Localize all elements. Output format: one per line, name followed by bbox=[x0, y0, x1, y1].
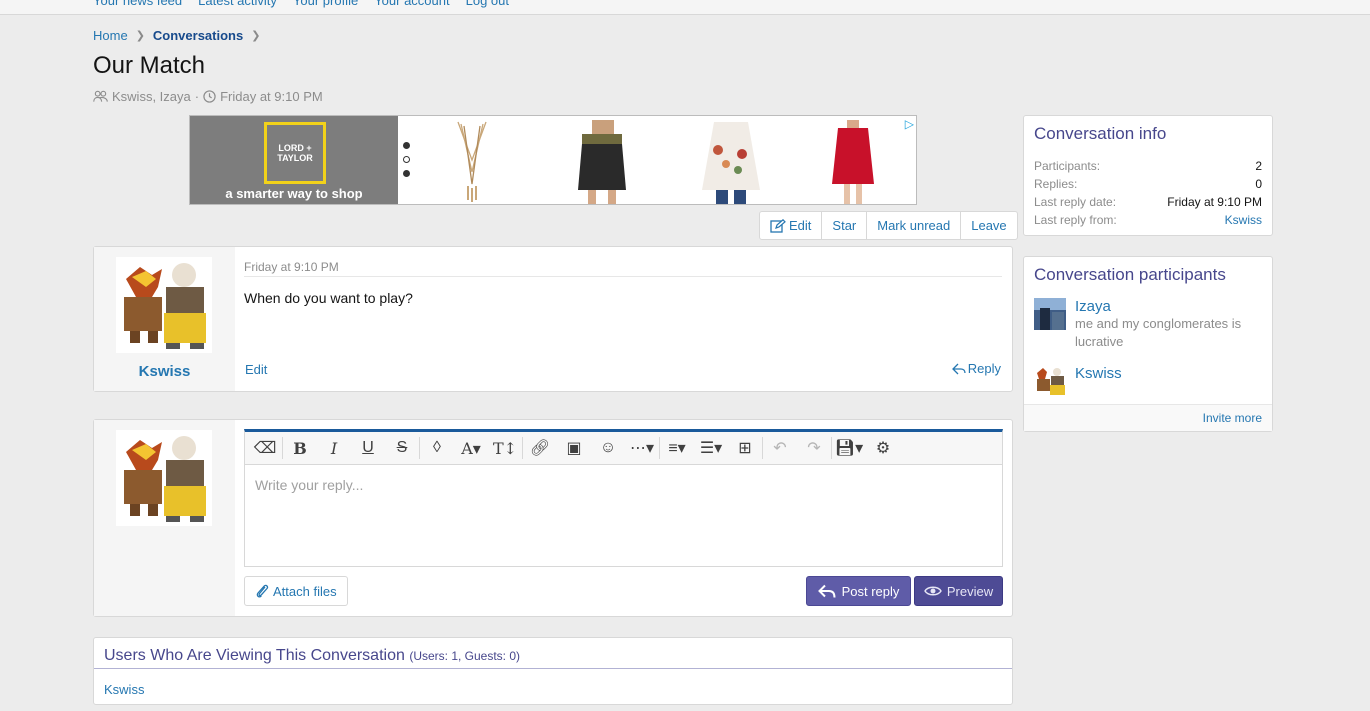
ad-choices-icon[interactable]: ▷ bbox=[905, 117, 914, 131]
viewing-divider bbox=[94, 668, 1012, 669]
align-icon[interactable]: ≡▾ bbox=[660, 433, 694, 463]
editor-toolbar: ⌫ B I U S ◊ A▾ T↕ 🔗︎ ▣ ☺ ⋯▾ ≡▾ ☰▾ ⊞ ↶ ↷ … bbox=[245, 432, 1002, 465]
blouse-image bbox=[702, 122, 760, 204]
conversation-info-block: Conversation info Participants: 2 Replie… bbox=[1023, 115, 1273, 236]
rich-text-editor: ⌫ B I U S ◊ A▾ T↕ 🔗︎ ▣ ☺ ⋯▾ ≡▾ ☰▾ ⊞ ↶ ↷ … bbox=[244, 429, 1003, 567]
meta-date[interactable]: Friday at 9:10 PM bbox=[220, 89, 323, 104]
viewing-counts: (Users: 1, Guests: 0) bbox=[409, 649, 521, 663]
ad-tagline: a smarter way to shop bbox=[225, 186, 363, 201]
info-row-participants: Participants: 2 bbox=[1034, 159, 1262, 173]
viewing-title: Users Who Are Viewing This Conversation … bbox=[104, 647, 521, 664]
table-icon[interactable]: ⊞ bbox=[728, 433, 762, 463]
message-edit-link[interactable]: Edit bbox=[245, 362, 267, 377]
message-body: When do you want to play? bbox=[244, 290, 413, 306]
nav-link-account[interactable]: Your account bbox=[374, 0, 449, 8]
message-user-cell: Kswiss bbox=[94, 247, 235, 391]
save-draft-icon[interactable]: 💾︎▾ bbox=[832, 433, 866, 463]
ad-brand-panel: LORD + TAYLOR a smarter way to shop bbox=[190, 116, 398, 204]
edit-conversation-button[interactable]: Edit bbox=[760, 212, 823, 239]
participant-item: Izaya me and my conglomerates is lucrati… bbox=[1034, 298, 1245, 351]
preview-button[interactable]: Preview bbox=[914, 576, 1003, 606]
italic-icon[interactable]: I bbox=[317, 433, 351, 463]
participant-subtitle: me and my conglomerates is lucrative bbox=[1075, 316, 1242, 349]
chevron-right-icon: ❯ bbox=[251, 30, 261, 42]
participant-name[interactable]: Izaya bbox=[1075, 298, 1245, 315]
paperclip-icon bbox=[256, 584, 269, 598]
avatar[interactable] bbox=[1034, 298, 1066, 330]
avatar[interactable] bbox=[1034, 365, 1066, 397]
link-icon[interactable]: 🔗︎ bbox=[523, 433, 557, 463]
smiley-icon[interactable]: ☺ bbox=[591, 433, 625, 463]
avatar[interactable] bbox=[116, 257, 212, 353]
gear-icon[interactable]: ⚙ bbox=[866, 433, 900, 463]
advertisement-banner[interactable]: LORD + TAYLOR a smarter way to shop ▷ bbox=[189, 115, 917, 205]
conversation-participants-block: Conversation participants Izaya me and m… bbox=[1023, 256, 1273, 432]
strikethrough-icon[interactable]: S bbox=[385, 433, 419, 463]
eye-icon bbox=[924, 586, 942, 596]
font-family-icon[interactable]: A▾ bbox=[454, 433, 488, 463]
coat-image bbox=[832, 120, 874, 204]
info-row-replies: Replies: 0 bbox=[1034, 177, 1262, 191]
participant-item: Kswiss bbox=[1034, 365, 1122, 397]
eraser-icon[interactable]: ⌫ bbox=[248, 433, 282, 463]
clock-icon bbox=[203, 90, 216, 103]
ad-logo: LORD + TAYLOR bbox=[264, 122, 326, 184]
nav-link-news-feed[interactable]: Your news feed bbox=[93, 0, 182, 8]
top-navigation: Your news feed Latest activity Your prof… bbox=[0, 0, 1370, 15]
skirt-image bbox=[578, 120, 626, 204]
chevron-right-icon: ❯ bbox=[135, 30, 145, 42]
message-post: Kswiss Friday at 9:10 PM When do you wan… bbox=[93, 246, 1013, 392]
nav-link-latest-activity[interactable]: Latest activity bbox=[198, 0, 277, 8]
post-reply-button[interactable]: Post reply bbox=[806, 576, 911, 606]
reply-icon bbox=[817, 584, 836, 598]
nav-link-profile[interactable]: Your profile bbox=[293, 0, 358, 8]
users-viewing-block: Users Who Are Viewing This Conversation … bbox=[93, 637, 1013, 705]
breadcrumb-conversations[interactable]: Conversations bbox=[153, 28, 243, 43]
edit-icon bbox=[770, 218, 786, 233]
meta-separator: · bbox=[194, 89, 200, 104]
participants-footer: Invite more bbox=[1024, 404, 1272, 431]
reply-textarea[interactable]: Write your reply... bbox=[245, 465, 1002, 505]
conversation-actions: Edit Star Mark unread Leave bbox=[759, 211, 1018, 240]
mark-unread-button[interactable]: Mark unread bbox=[867, 212, 962, 239]
image-icon[interactable]: ▣ bbox=[557, 433, 591, 463]
participant-name[interactable]: Kswiss bbox=[1075, 365, 1122, 382]
reply-user-cell bbox=[94, 420, 235, 616]
undo-icon[interactable]: ↶ bbox=[763, 433, 797, 463]
font-size-icon[interactable]: T↕ bbox=[488, 433, 522, 463]
leave-button[interactable]: Leave bbox=[961, 212, 1016, 239]
breadcrumb-home[interactable]: Home bbox=[93, 28, 128, 43]
underline-icon[interactable]: U bbox=[351, 433, 385, 463]
necklace-image bbox=[457, 121, 487, 202]
attach-files-button[interactable]: Attach files bbox=[244, 576, 348, 606]
ad-carousel-dots[interactable] bbox=[403, 142, 410, 177]
invite-more-link[interactable]: Invite more bbox=[1203, 411, 1262, 425]
page-title: Our Match bbox=[93, 52, 206, 79]
star-button[interactable]: Star bbox=[822, 212, 868, 239]
message-divider bbox=[244, 276, 1002, 277]
message-reply-link[interactable]: Reply bbox=[951, 361, 1001, 376]
text-color-icon[interactable]: ◊ bbox=[420, 433, 454, 463]
last-reply-user-link[interactable]: Kswiss bbox=[1225, 213, 1262, 231]
message-date[interactable]: Friday at 9:10 PM bbox=[244, 260, 339, 274]
reply-icon bbox=[951, 363, 966, 374]
meta-participants[interactable]: Kswiss, Izaya bbox=[112, 89, 191, 104]
info-row-last-reply-date: Last reply date: Friday at 9:10 PM bbox=[1034, 195, 1262, 209]
participants-title: Conversation participants bbox=[1034, 265, 1226, 284]
users-icon bbox=[93, 90, 108, 102]
conversation-meta: Kswiss, Izaya · Friday at 9:10 PM bbox=[93, 89, 323, 104]
bold-icon[interactable]: B bbox=[283, 433, 317, 463]
redo-icon[interactable]: ↷ bbox=[797, 433, 831, 463]
conversation-info-title: Conversation info bbox=[1034, 124, 1167, 143]
info-row-last-reply-from: Last reply from: Kswiss bbox=[1034, 213, 1262, 231]
quick-reply-form: ⌫ B I U S ◊ A▾ T↕ 🔗︎ ▣ ☺ ⋯▾ ≡▾ ☰▾ ⊞ ↶ ↷ … bbox=[93, 419, 1013, 617]
message-username[interactable]: Kswiss bbox=[94, 363, 235, 380]
list-icon[interactable]: ☰▾ bbox=[694, 433, 728, 463]
viewing-user-link[interactable]: Kswiss bbox=[104, 682, 144, 697]
breadcrumb: Home ❯ Conversations ❯ bbox=[93, 28, 260, 43]
nav-link-logout[interactable]: Log out bbox=[466, 0, 509, 8]
conversation-info-list: Participants: 2 Replies: 0 Last reply da… bbox=[1034, 159, 1262, 231]
more-options-icon[interactable]: ⋯▾ bbox=[625, 433, 659, 463]
avatar[interactable] bbox=[116, 430, 212, 526]
